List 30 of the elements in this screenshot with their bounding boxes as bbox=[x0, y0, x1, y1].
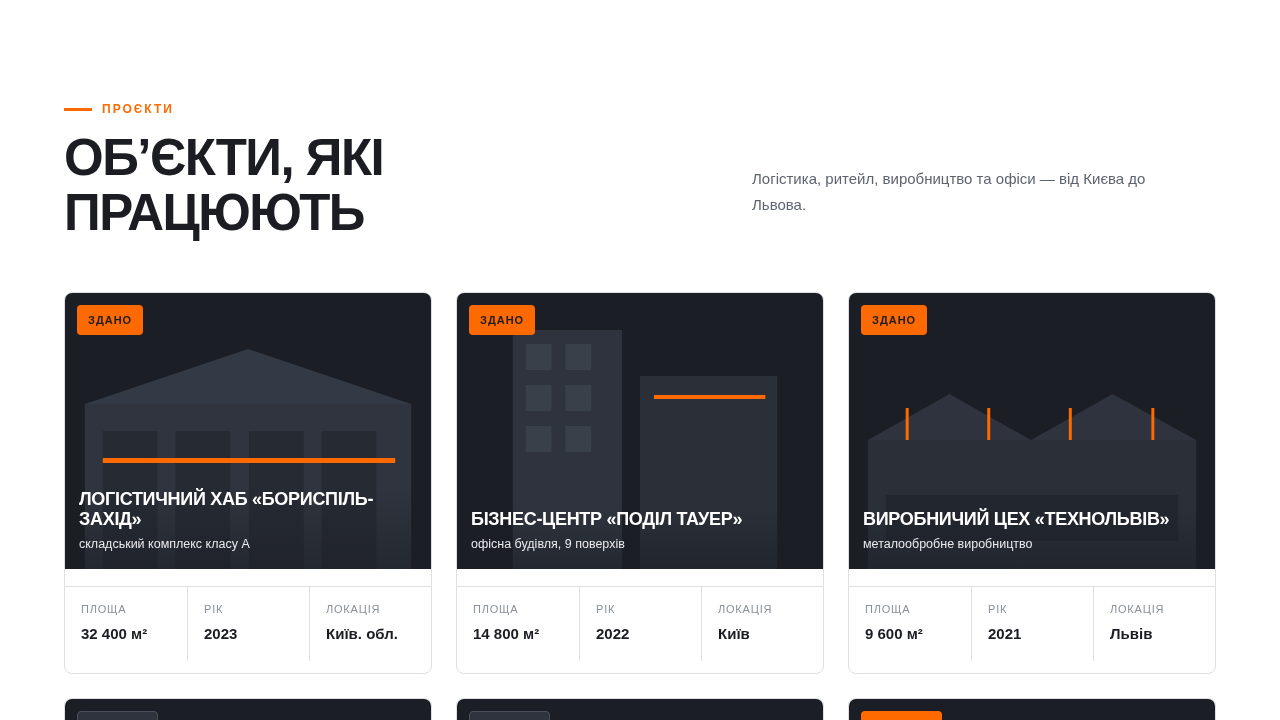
stat-label: ЛОКАЦІЯ bbox=[1110, 603, 1166, 615]
section-description: Логістика, ритейл, виробництво та офіси — від Києва до Львова. bbox=[752, 169, 1147, 215]
status-badge: ЗДАНО bbox=[77, 305, 144, 335]
stat-label: РІК bbox=[988, 603, 1009, 615]
stat-value: 2023 bbox=[204, 625, 239, 642]
status-badge: ЗДАНО bbox=[861, 305, 928, 335]
project-subtitle: офісна будівля, 9 поверхів bbox=[471, 537, 626, 551]
section-eyebrow: ПРОЄКТИ bbox=[102, 102, 174, 116]
stat-value: 32 400 м² bbox=[81, 625, 149, 642]
stat-value: Львів bbox=[1110, 625, 1154, 642]
stat-label: ПЛОЩА bbox=[865, 603, 912, 615]
project-subtitle: металообробне виробництво bbox=[863, 537, 1034, 551]
stat-value: 2021 bbox=[988, 625, 1023, 642]
project-subtitle: складський комплекс класу А bbox=[79, 537, 251, 551]
stat-label: РІК bbox=[596, 603, 617, 615]
stat-label: ЛОКАЦІЯ bbox=[718, 603, 774, 615]
stat-label: ПЛОЩА bbox=[473, 603, 520, 615]
project-title: ЛОГІСТИЧНИЙ ХАБ «БОРИСПІЛЬ-ЗАХІД» bbox=[79, 489, 375, 529]
status-badge: ЗДАНО bbox=[469, 305, 536, 335]
stat-label: ЛОКАЦІЯ bbox=[326, 603, 382, 615]
stat-label: РІК bbox=[204, 603, 225, 615]
stat-value: Київ bbox=[718, 625, 751, 642]
project-title: ВИРОБНИЧИЙ ЦЕХ «ТЕХНОЛЬВІВ» bbox=[863, 509, 1171, 529]
stat-value: Київ. обл. bbox=[326, 625, 399, 642]
project-title: БІЗНЕС-ЦЕНТР «ПОДІЛ ТАУЕР» bbox=[471, 509, 744, 529]
stat-label: ПЛОЩА bbox=[81, 603, 128, 615]
stat-value: 14 800 м² bbox=[473, 625, 541, 642]
stat-value: 2022 bbox=[596, 625, 631, 642]
stat-value: 9 600 м² bbox=[865, 625, 924, 642]
section-title: ОБ’ЄКТИ, ЯКІ ПРАЦЮЮТЬ bbox=[64, 130, 385, 240]
